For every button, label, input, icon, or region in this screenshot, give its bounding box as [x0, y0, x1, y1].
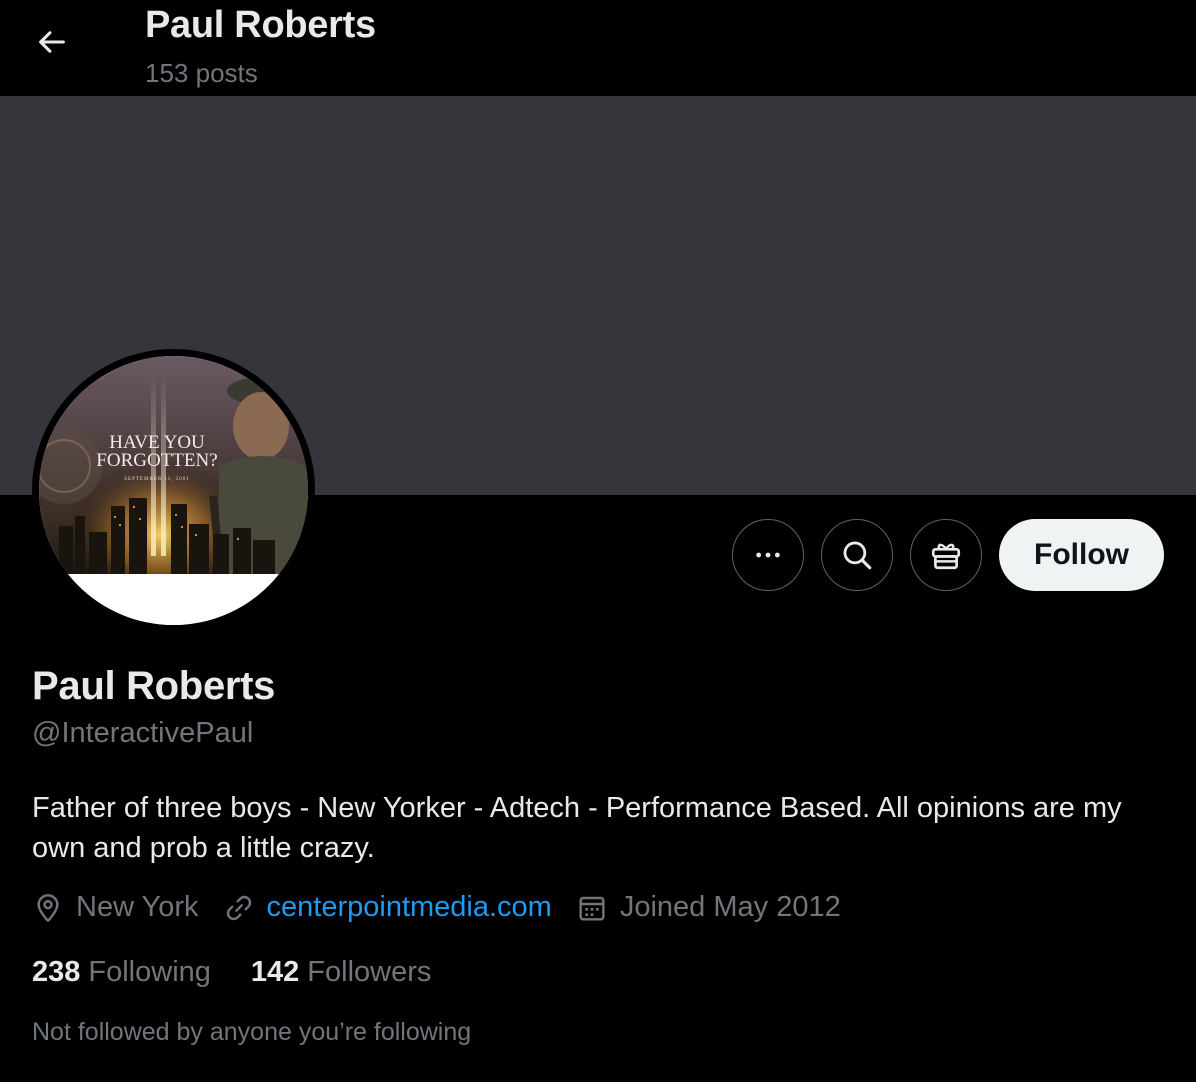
header-title: Paul Roberts: [145, 4, 376, 46]
location-pin-icon: [37, 893, 59, 922]
more-icon: [756, 552, 780, 558]
gift-icon: [931, 543, 961, 570]
profile-display-name: Paul Roberts: [32, 664, 276, 708]
website-item: centerpointmedia.com: [223, 891, 552, 924]
followers-link[interactable]: 142 Followers: [251, 956, 431, 989]
profile-bio: Father of three boys - New Yorker - Adte…: [32, 792, 1122, 864]
post-count: 153 posts: [145, 58, 258, 88]
profile-actions: Follow: [732, 519, 1164, 591]
avatar-image: HAVE YOU FORGOTTEN? SEPTEMBER 11, 2001: [39, 356, 308, 625]
following-label: Following: [88, 956, 211, 988]
more-button[interactable]: [732, 519, 805, 591]
joined-text: Joined May 2012: [619, 891, 841, 923]
poster-text-line2: FORGOTTEN?: [96, 450, 217, 471]
following-link[interactable]: 238 Following: [32, 956, 211, 989]
follow-button[interactable]: Follow: [999, 519, 1164, 591]
followers-count: 142: [250, 956, 300, 988]
website-link[interactable]: centerpointmedia.com: [267, 891, 552, 924]
followers-label: Followers: [307, 956, 432, 988]
search-button[interactable]: [821, 519, 894, 591]
social-context-text: Not followed by anyone you’re following: [32, 1018, 472, 1046]
back-arrow-icon: [39, 31, 65, 53]
location-item: New York: [32, 891, 199, 924]
profile-handle: @InteractivePaul: [32, 717, 254, 749]
calendar-icon: [579, 896, 605, 921]
avatar[interactable]: HAVE YOU FORGOTTEN? SEPTEMBER 11, 2001: [32, 349, 315, 632]
location-text: New York: [76, 891, 199, 923]
search-icon: [843, 541, 872, 570]
back-button[interactable]: [20, 10, 84, 74]
poster-date: SEPTEMBER 11, 2001: [124, 477, 189, 482]
profile-meta: New York centerpointmedia.com Joined May…: [32, 891, 865, 924]
top-bar: Paul Roberts 153 posts: [0, 0, 1196, 96]
link-icon: [226, 895, 251, 920]
joined-item: Joined May 2012: [576, 891, 841, 924]
profile-stats: 238 Following 142 Followers: [32, 956, 471, 989]
gift-button[interactable]: [910, 519, 983, 591]
following-count: 238: [32, 956, 81, 988]
